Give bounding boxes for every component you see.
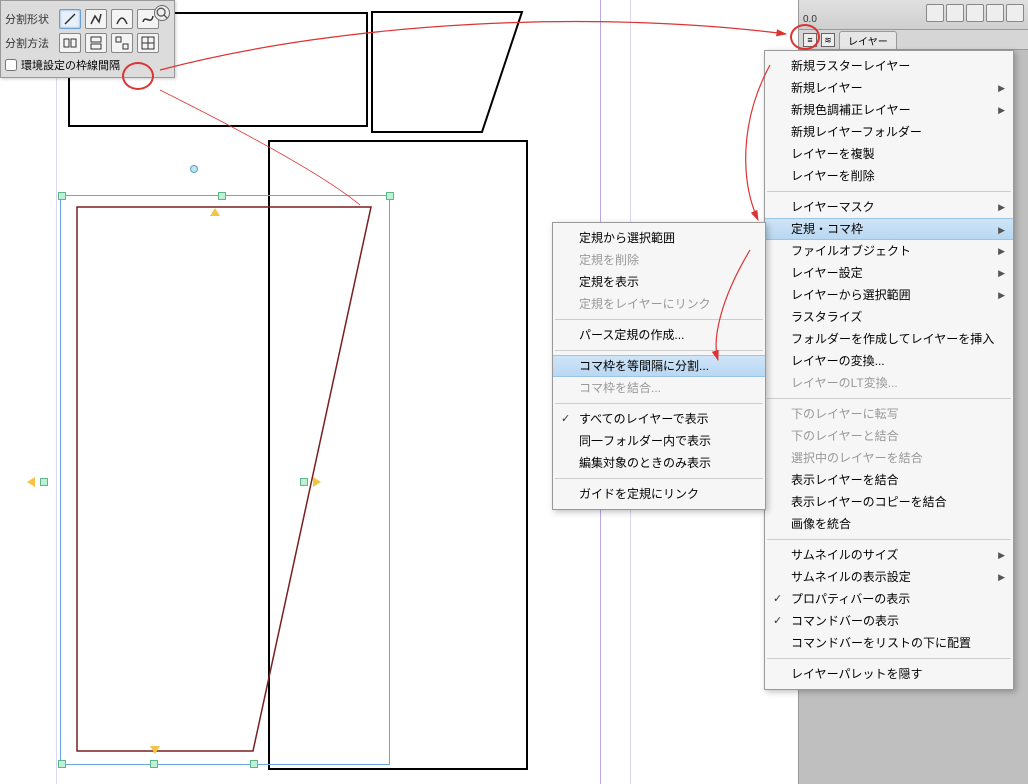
layer-menu-item-25[interactable]: サムネイルの表示設定 [765,566,1013,588]
layer-menu-item-18: 下のレイヤーと結合 [765,425,1013,447]
layer-menu-separator [767,398,1011,399]
ruler-submenu-item-7[interactable]: コマ枠を等間隔に分割... [553,355,765,377]
layer-menu-item-30[interactable]: レイヤーパレットを隠す [765,663,1013,685]
layer-menu-item-12[interactable]: ラスタライズ [765,306,1013,328]
method-b-icon[interactable] [85,33,107,53]
search-icon[interactable] [154,5,170,21]
layer-menu-item-15: レイヤーのLT変換... [765,372,1013,394]
rail-icon-4[interactable] [986,4,1004,22]
palette-label-shape: 分割形状 [5,11,55,27]
layer-menu-item-0[interactable]: 新規ラスターレイヤー [765,55,1013,77]
layer-menu-item-10[interactable]: レイヤー設定 [765,262,1013,284]
selection-tri-w [27,477,35,487]
ruler-submenu-item-5[interactable]: パース定規の作成... [553,324,765,346]
layer-menu-separator [767,539,1011,540]
layer-menu-item-13[interactable]: フォルダーを作成してレイヤーを挿入 [765,328,1013,350]
layer-menu-item-28[interactable]: コマンドバーをリストの下に配置 [765,632,1013,654]
tab-layer[interactable]: レイヤー [839,31,897,49]
layer-menu-item-21[interactable]: 表示レイヤーのコピーを結合 [765,491,1013,513]
ruler-submenu-item-14[interactable]: ガイドを定規にリンク [553,483,765,505]
layer-menu-separator [767,658,1011,659]
layer-menu-item-19: 選択中のレイヤーを結合 [765,447,1013,469]
method-d-icon[interactable] [137,33,159,53]
layer-menu[interactable]: 新規ラスターレイヤー新規レイヤー新規色調補正レイヤー新規レイヤーフォルダーレイヤ… [764,50,1014,690]
selection-handle-e[interactable] [300,478,308,486]
rail-icon-2[interactable] [946,4,964,22]
annotation-circle-palette [122,62,154,90]
ruler-submenu-separator [555,478,763,479]
ruler-submenu-separator [555,350,763,351]
layer-menu-item-17: 下のレイヤーに転写 [765,403,1013,425]
rail-icon-5[interactable] [1006,4,1024,22]
shape-polyline-icon[interactable] [85,9,107,29]
selection-tri-e [313,477,321,487]
env-border-spacing-checkbox[interactable] [5,59,17,71]
selection-handle-nw[interactable] [58,192,66,200]
layer-tab-strip: ≡ ≋ レイヤー [799,30,1028,50]
ruler-submenu-item-3: 定規をレイヤーにリンク [553,293,765,315]
layer-menu-item-5[interactable]: レイヤーを削除 [765,165,1013,187]
selection-handle-sw[interactable] [58,760,66,768]
layer-menu-item-14[interactable]: レイヤーの変換... [765,350,1013,372]
ruler-submenu-item-1: 定規を削除 [553,249,765,271]
rotation-handle[interactable] [190,165,198,173]
layer-menu-item-7[interactable]: レイヤーマスク [765,196,1013,218]
ruler-frame-submenu[interactable]: 定規から選択範囲定規を削除定規を表示定規をレイヤーにリンクパース定規の作成...… [552,222,766,510]
selection-tri-s [150,746,160,754]
layer-menu-item-8[interactable]: 定規・コマ枠 [765,218,1013,240]
ruler-submenu-separator [555,403,763,404]
rail-icon-1[interactable] [926,4,944,22]
layer-menu-item-4[interactable]: レイヤーを複製 [765,143,1013,165]
rail-icon-3[interactable] [966,4,984,22]
layer-menu-item-1[interactable]: 新規レイヤー [765,77,1013,99]
env-border-spacing-label: 環境設定の枠線間隔 [21,57,120,73]
shape-curve-icon[interactable] [111,9,133,29]
right-rail-top: 0.0 [799,0,1028,30]
ruler-submenu-item-0[interactable]: 定規から選択範囲 [553,227,765,249]
shape-line-icon[interactable] [59,9,81,29]
selection-handle-n[interactable] [218,192,226,200]
method-c-icon[interactable] [111,33,133,53]
selection-bounding-box[interactable] [60,195,390,765]
layer-menu-item-22[interactable]: 画像を統合 [765,513,1013,535]
layer-menu-item-3[interactable]: 新規レイヤーフォルダー [765,121,1013,143]
layer-menu-item-9[interactable]: ファイルオブジェクト [765,240,1013,262]
selection-handle-ne[interactable] [386,192,394,200]
layer-menu-item-26[interactable]: プロパティバーの表示 [765,588,1013,610]
layer-menu-trigger-icon-2[interactable]: ≋ [821,33,835,47]
ruler-submenu-item-12[interactable]: 編集対象のときのみ表示 [553,452,765,474]
ruler-submenu-item-8: コマ枠を結合... [553,377,765,399]
selection-tri-n [210,208,220,216]
layer-menu-item-11[interactable]: レイヤーから選択範囲 [765,284,1013,306]
selection-handle-w[interactable] [40,478,48,486]
layer-menu-item-27[interactable]: コマンドバーの表示 [765,610,1013,632]
ruler-submenu-item-11[interactable]: 同一フォルダー内で表示 [553,430,765,452]
ruler-submenu-item-2[interactable]: 定規を表示 [553,271,765,293]
method-a-icon[interactable] [59,33,81,53]
layer-menu-item-20[interactable]: 表示レイヤーを結合 [765,469,1013,491]
layer-menu-item-2[interactable]: 新規色調補正レイヤー [765,99,1013,121]
selection-handle-se[interactable] [250,760,258,768]
annotation-circle-menu-trigger [790,24,820,50]
ruler-submenu-separator [555,319,763,320]
layer-menu-item-24[interactable]: サムネイルのサイズ [765,544,1013,566]
selection-handle-s[interactable] [150,760,158,768]
palette-label-method: 分割方法 [5,35,55,51]
layer-menu-separator [767,191,1011,192]
ruler-submenu-item-10[interactable]: すべてのレイヤーで表示 [553,408,765,430]
